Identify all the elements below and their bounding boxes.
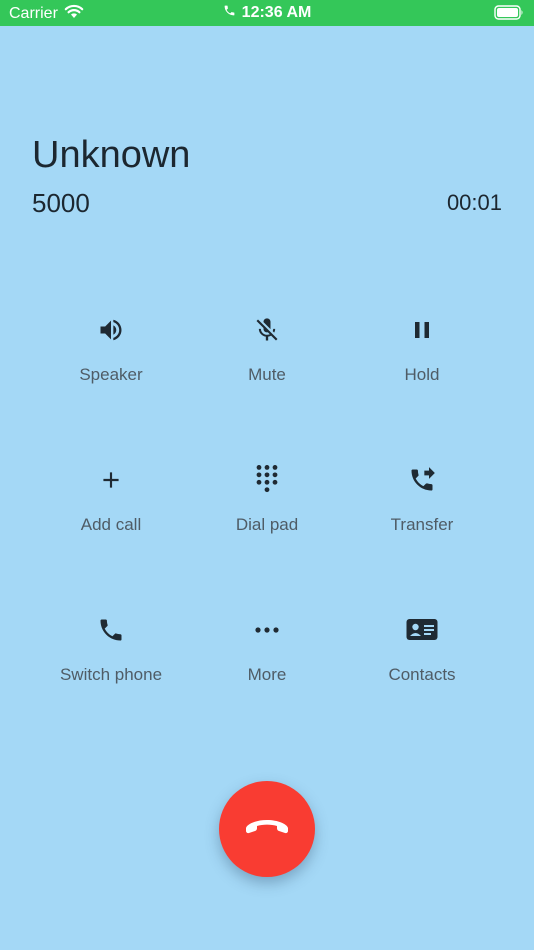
call-timer: 00:01 [446,190,502,215]
more-horizontal-icon [247,610,287,650]
status-right [494,5,524,25]
more-button[interactable]: More [187,610,347,710]
mic-off-icon [247,310,287,350]
dial-pad-button[interactable]: Dial pad [187,460,347,560]
more-label: More [247,665,287,684]
contact-card-icon [402,610,442,650]
phone-status-icon [223,4,236,22]
battery-icon [494,5,524,24]
phone-icon [91,610,131,650]
speaker-button[interactable]: Speaker [31,310,191,410]
caller-number: 5000 [32,188,90,218]
add-call-button[interactable]: Add call [31,460,191,560]
contacts-button[interactable]: Contacts [342,610,502,710]
hold-label: Hold [404,365,440,384]
switch-phone-label: Switch phone [59,665,163,684]
dialpad-icon [247,460,287,500]
end-call-button[interactable] [219,781,315,877]
transfer-button[interactable]: Transfer [342,460,502,560]
mute-button[interactable]: Mute [187,310,347,410]
hold-button[interactable]: Hold [342,310,502,410]
mute-label: Mute [248,365,286,384]
hang-up-icon [244,816,290,843]
switch-phone-button[interactable]: Switch phone [31,610,191,710]
contacts-label: Contacts [388,665,456,684]
speaker-label: Speaker [79,365,143,384]
dial-pad-label: Dial pad [235,515,299,534]
clock-time: 12:36 AM [241,4,312,21]
caller-name: Unknown [32,134,191,176]
phone-forward-icon [402,460,442,500]
speaker-icon [91,310,131,350]
plus-icon [91,460,131,500]
status-bar: Carrier 12:36 AM [0,0,534,26]
status-center: 12:36 AM [0,4,534,22]
pause-icon [402,310,442,350]
transfer-label: Transfer [390,515,454,534]
add-call-label: Add call [80,515,142,534]
